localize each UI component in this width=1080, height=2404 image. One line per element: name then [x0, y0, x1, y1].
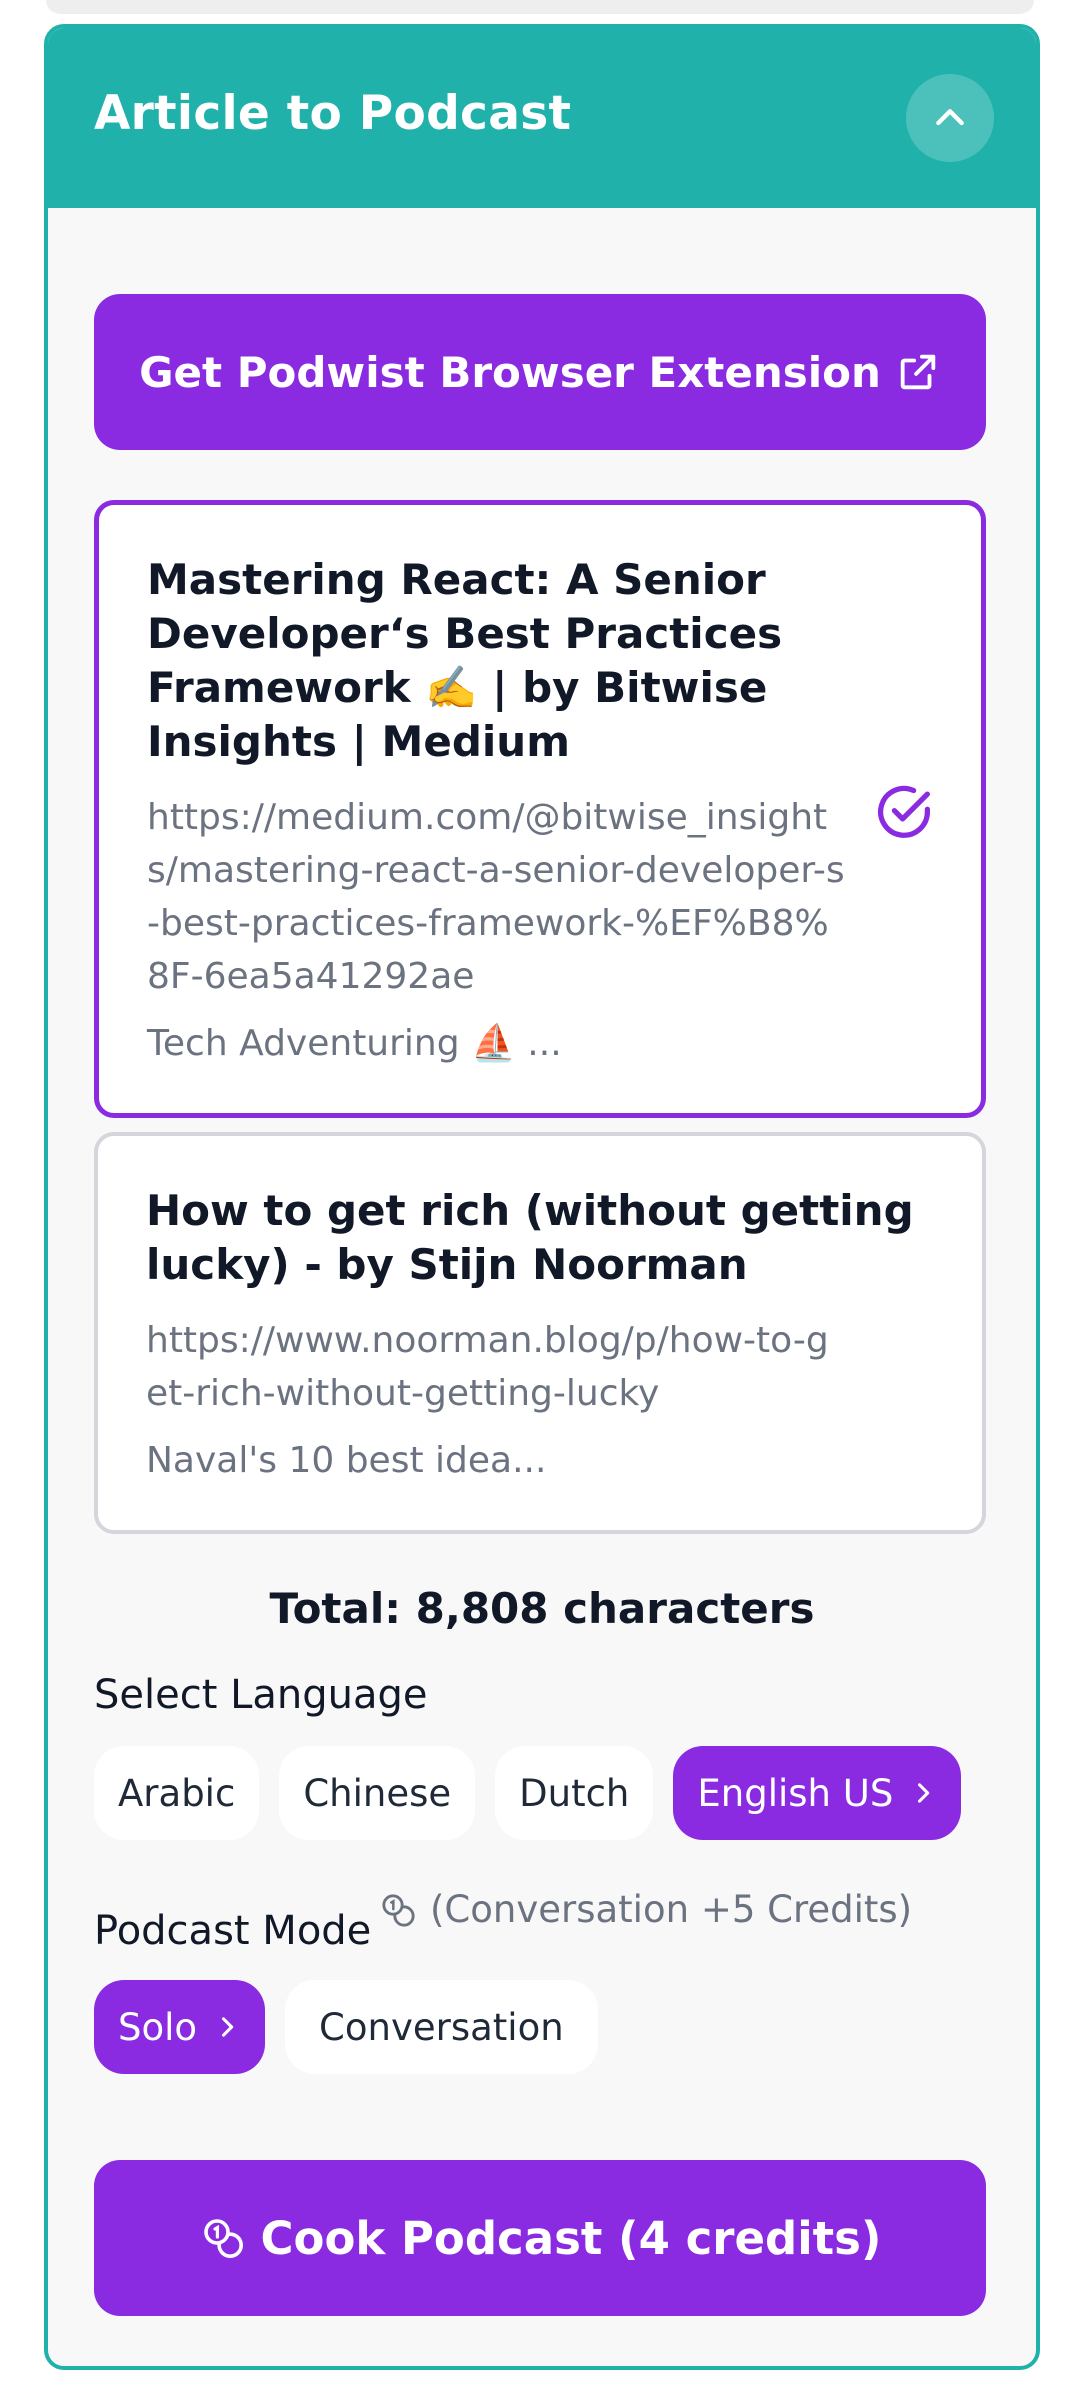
chip-label: Conversation: [319, 2005, 564, 2049]
chevron-right-icon: [222, 2017, 234, 2037]
article-url: https://www.noorman.blog/p/how-to-get-ri…: [146, 1320, 829, 1414]
article-url: https://medium.com/@bitwise_insights/mas…: [147, 797, 845, 997]
language-chip-chinese[interactable]: Chinese: [279, 1746, 476, 1840]
podcast-mode-label: Podcast Mode: [94, 1908, 372, 1954]
chip-label: Chinese: [303, 1771, 452, 1815]
language-chip-arabic[interactable]: Arabic: [94, 1746, 260, 1840]
language-label: Select Language: [94, 1672, 428, 1718]
article-description: Naval's 10 best idea...: [146, 1440, 547, 1481]
mode-chip-solo[interactable]: Solo: [94, 1980, 266, 2074]
get-extension-button[interactable]: Get Podwist Browser Extension: [94, 294, 986, 450]
total-characters: Total: 8,808 characters: [269, 1584, 815, 1633]
collapse-button[interactable]: [906, 74, 994, 162]
article-to-podcast-panel: Article to Podcast Get Podwist Browser E…: [44, 24, 1040, 2370]
panel-title: Article to Podcast: [94, 86, 572, 141]
article-title: Mastering React: A Senior Developer‘s Be…: [147, 555, 783, 766]
chip-label: English US: [697, 1771, 894, 1815]
extension-button-label: Get Podwist Browser Extension: [139, 347, 881, 397]
panel-header: Article to Podcast: [48, 28, 1036, 208]
mode-note-text: (Conversation +5 Credits): [430, 1888, 913, 1931]
article-card-2[interactable]: How to get rich (without getting lucky) …: [94, 1132, 986, 1534]
chip-label: Dutch: [519, 1771, 630, 1815]
language-chip-dutch[interactable]: Dutch: [495, 1746, 654, 1840]
mode-chip-conversation[interactable]: Conversation: [285, 1980, 598, 2074]
language-options: Arabic Chinese Dutch English US: [94, 1746, 962, 1840]
chip-label: Solo: [118, 2005, 198, 2049]
check-circle-icon: [878, 785, 930, 838]
mode-options: Solo Conversation: [94, 1980, 598, 2074]
article-title: How to get rich (without getting lucky) …: [146, 1186, 914, 1289]
article-description: Tech Adventuring ⛵ ...: [147, 1023, 562, 1064]
language-chip-english-us[interactable]: English US: [673, 1746, 962, 1840]
chip-label: Arabic: [118, 1771, 236, 1815]
coins-icon: [382, 1893, 415, 1927]
cook-podcast-label: Cook Podcast (4 credits): [260, 2211, 882, 2265]
coins-icon: [203, 2219, 243, 2258]
chevron-up-icon: [936, 109, 964, 126]
cook-podcast-button[interactable]: Cook Podcast (4 credits): [94, 2160, 986, 2316]
top-card-edge: [46, 0, 1034, 14]
chevron-right-icon: [918, 1783, 930, 1803]
mode-note: (Conversation +5 Credits): [378, 1888, 912, 1931]
article-card-1[interactable]: Mastering React: A Senior Developer‘s Be…: [94, 500, 986, 1118]
external-link-icon: [900, 354, 936, 390]
